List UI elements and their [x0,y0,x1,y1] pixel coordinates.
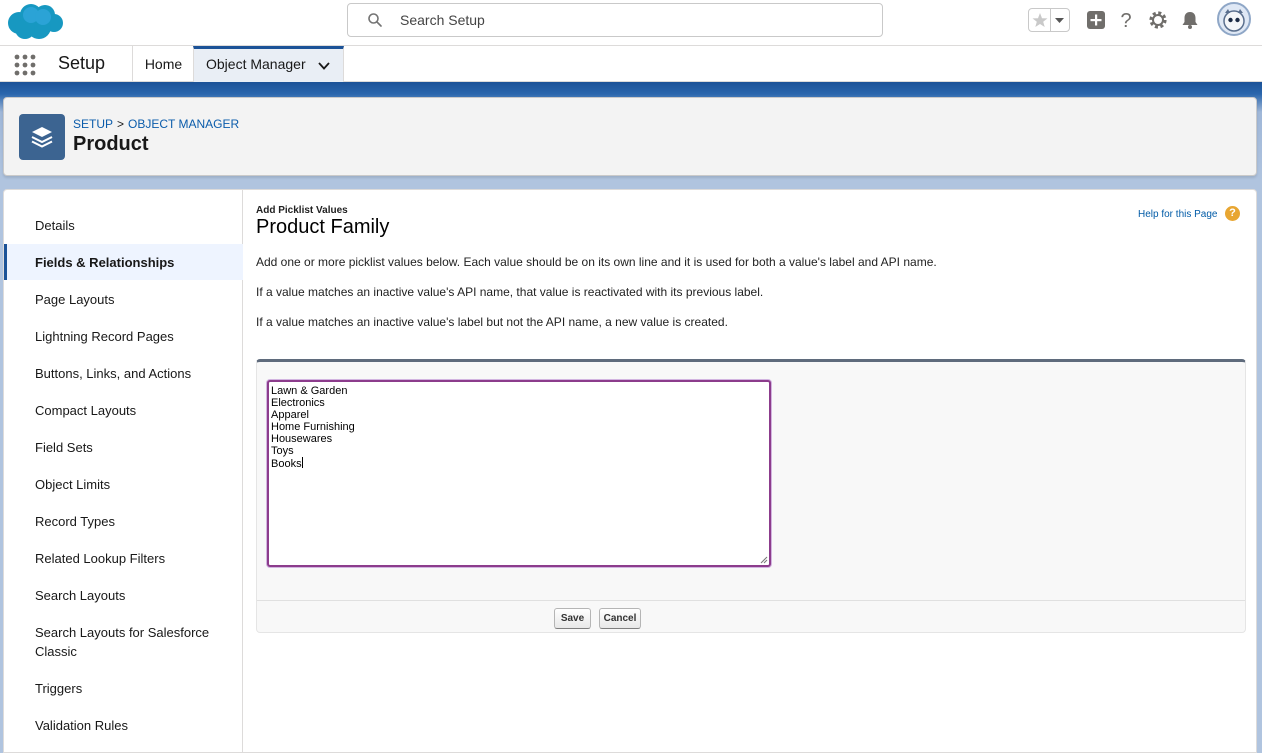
sidebar-item-compact-layouts[interactable]: Compact Layouts [4,401,243,420]
star-icon[interactable] [1029,9,1051,31]
picklist-entry-block: Lawn & Garden Electronics Apparel Home F… [256,359,1246,633]
text-caret [301,457,303,468]
chevron-down-icon[interactable] [317,59,331,73]
search-icon [368,13,382,27]
gear-icon[interactable] [1147,9,1169,31]
context-bar: Setup Home Object Manager [0,46,1262,82]
help-icon[interactable]: ? [1115,9,1137,31]
help-link[interactable]: Help for this Page [1138,209,1218,220]
search-input[interactable]: Search Setup [347,3,883,37]
cancel-button[interactable]: Cancel [599,608,641,629]
tab-object-manager[interactable]: Object Manager [193,46,344,82]
sidebar-item-triggers[interactable]: Triggers [4,679,243,698]
instruction-paragraph-2: If a value matches an inactive value's A… [256,285,764,299]
svg-text:?: ? [1120,10,1131,31]
sidebar-item-field-sets[interactable]: Field Sets [4,438,243,457]
content-eyebrow: Add Picklist Values [256,205,348,216]
picklist-value-line: Toys [271,445,294,457]
page-title: Product [73,133,149,155]
sidebar-item-buttons-links-actions[interactable]: Buttons, Links, and Actions [4,364,243,383]
page-header: SETUP > OBJECT MANAGER Product [3,97,1257,176]
content-title: Product Family [256,216,390,238]
picklist-values-textarea[interactable]: Lawn & Garden Electronics Apparel Home F… [267,380,771,567]
sidebar-item-related-lookup-filters[interactable]: Related Lookup Filters [4,549,243,568]
breadcrumb-object-manager[interactable]: OBJECT MANAGER [128,117,239,131]
bell-icon[interactable] [1179,9,1201,31]
instruction-paragraph-1: Add one or more picklist values below. E… [256,255,937,269]
content-area: Add Picklist Values Product Family Help … [256,190,1246,753]
avatar[interactable] [1217,2,1251,36]
app-launcher-icon[interactable] [13,53,37,77]
sidebar-item-page-layouts[interactable]: Page Layouts [4,290,243,309]
picklist-value-line: Books [271,458,302,470]
resize-handle-icon[interactable] [760,556,768,564]
add-icon[interactable] [1085,9,1107,31]
sidebar-item-details[interactable]: Details [4,216,243,235]
picklist-value-line: Apparel [271,409,309,421]
object-layers-icon [19,114,65,160]
breadcrumb: SETUP > OBJECT MANAGER [73,117,239,131]
picklist-value-line: Home Furnishing [271,421,355,433]
tab-home[interactable]: Home [132,46,194,82]
tab-object-manager-label: Object Manager [206,56,306,72]
button-bar: Save Cancel [257,600,1245,633]
sidebar-item-object-limits[interactable]: Object Limits [4,475,243,494]
search-placeholder: Search Setup [400,12,485,28]
sidebar-item-lightning-record-pages[interactable]: Lightning Record Pages [4,327,243,346]
help-question-icon[interactable]: ? [1225,206,1240,221]
sidebar-item-fields-relationships[interactable]: Fields & Relationships [4,244,243,280]
tab-home-label: Home [144,56,183,72]
favorites-button[interactable] [1028,8,1070,32]
salesforce-cloud-logo[interactable] [5,3,65,41]
breadcrumb-separator: > [117,117,125,131]
instruction-paragraph-3: If a value matches an inactive value's l… [256,315,728,329]
sidebar-item-validation-rules[interactable]: Validation Rules [4,716,243,735]
sidebar-item-record-types[interactable]: Record Types [4,512,243,531]
main-panel: Details Fields & Relationships Page Layo… [3,189,1257,753]
picklist-value-line: Electronics [271,397,325,409]
save-button[interactable]: Save [554,608,591,629]
picklist-value-line: Lawn & Garden [271,385,348,397]
app-name: Setup [58,53,106,73]
sidebar-item-search-layouts[interactable]: Search Layouts [4,586,243,605]
chevron-down-icon[interactable] [1050,9,1069,31]
picklist-value-line: Housewares [271,433,333,445]
sidebar: Details Fields & Relationships Page Layo… [4,190,243,753]
breadcrumb-setup[interactable]: SETUP [73,117,113,131]
global-header: Search Setup ? [0,0,1262,46]
sidebar-item-search-layouts-classic[interactable]: Search Layouts for Salesforce Classic [4,623,214,661]
